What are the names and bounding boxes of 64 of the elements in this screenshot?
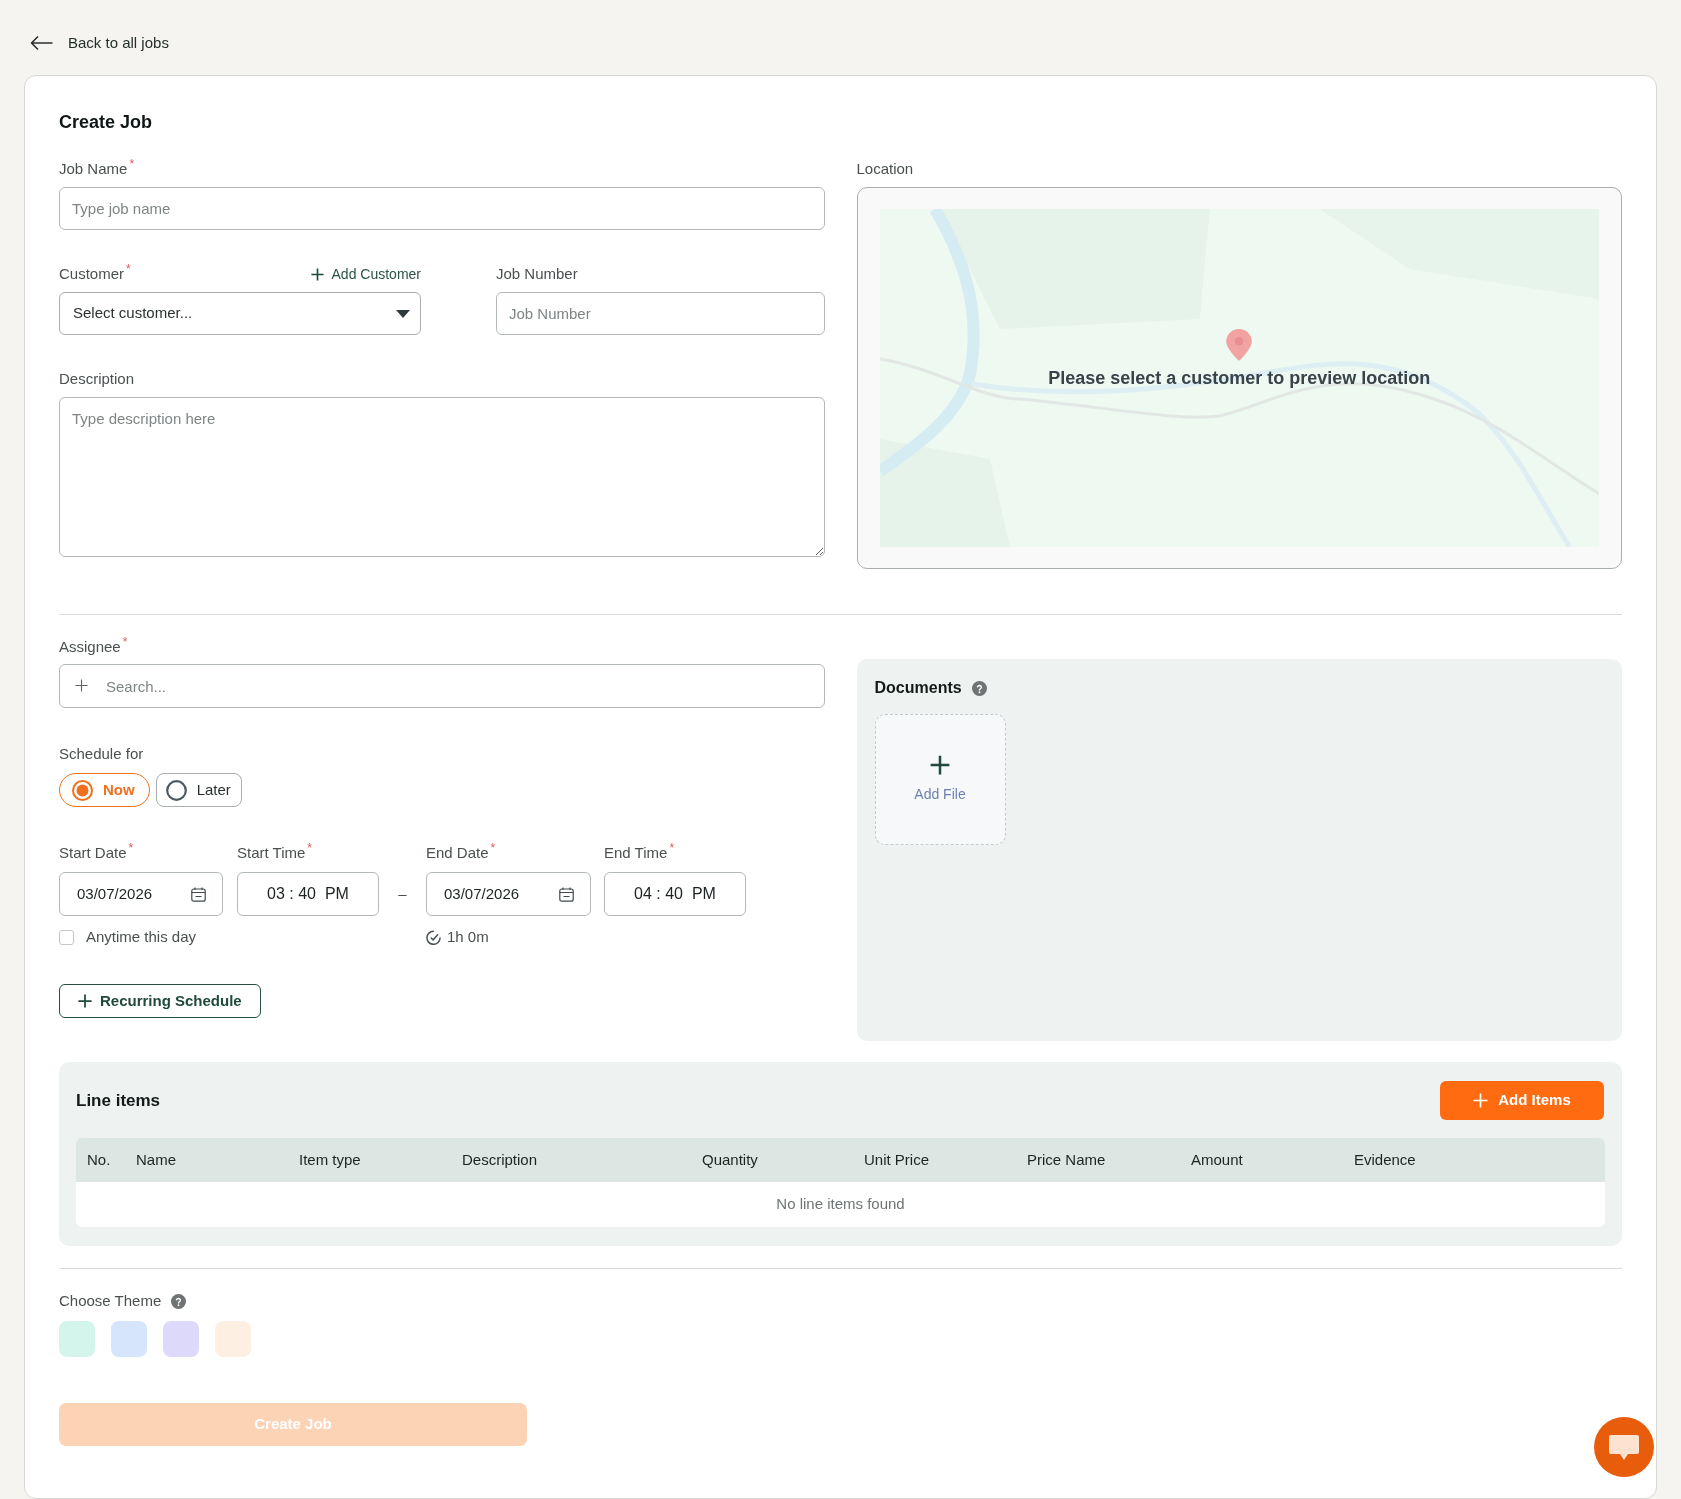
circle-check-icon: [426, 929, 441, 945]
calendar-icon: [559, 886, 574, 902]
field-label: Job Number: [496, 264, 578, 284]
field-label: Schedule for: [59, 744, 144, 764]
section-title: Line items: [76, 1089, 161, 1112]
start-date-field[interactable]: 03/07/2026: [59, 872, 223, 916]
field-label: Job Name$^{*}$: [59, 159, 135, 179]
job-number-input[interactable]: Job Number: [496, 292, 825, 335]
plus-icon: [78, 994, 92, 1008]
plus-icon: [1473, 1093, 1489, 1108]
column-header: Price Name: [1026, 1149, 1107, 1170]
field-label: End Time$^{*}$: [604, 843, 675, 863]
help-icon[interactable]: [171, 1293, 187, 1309]
caret-icon: [396, 309, 410, 318]
assignee-search-field[interactable]: Search...: [59, 664, 825, 708]
column-header: Amount: [1190, 1149, 1244, 1170]
theme-swatch-icon[interactable]: [163, 1321, 199, 1357]
description-textarea[interactable]: Type description here: [59, 397, 825, 557]
field-label: Assignee$^{*}$: [59, 637, 128, 657]
plus-icon: [75, 679, 88, 692]
plus-icon: [310, 267, 324, 281]
field-label: Start Date$^{*}$: [59, 843, 134, 863]
map-message: Please select a customer to preview location: [1048, 366, 1431, 390]
help-icon[interactable]: [971, 680, 987, 696]
job-name-input[interactable]: Type job name: [59, 187, 825, 230]
field-label: Choose Theme: [59, 1290, 162, 1311]
field-label: Start Time$^{*}$: [237, 843, 313, 863]
radio-icon: [165, 779, 187, 801]
field-label: End Date$^{*}$: [426, 843, 496, 863]
radio-icon: [72, 779, 93, 801]
theme-swatch-icon[interactable]: [215, 1321, 251, 1357]
column-header: Name: [135, 1149, 177, 1170]
recurring-schedule-button[interactable]: Recurring Schedule: [59, 984, 261, 1018]
field-label: Customer$^{*}$: [59, 264, 131, 284]
theme-swatch-icon[interactable]: [59, 1321, 95, 1357]
column-header: Quantity: [701, 1149, 759, 1170]
customer-select[interactable]: Select customer...: [59, 292, 421, 335]
range-separator: –: [398, 883, 407, 904]
column-header: No.: [86, 1149, 112, 1170]
chat-bubble-icon: [1608, 1433, 1640, 1461]
anytime-checkbox[interactable]: [59, 929, 74, 945]
end-time-field[interactable]: 04 : 40 PM: [604, 872, 746, 916]
field-label: Location: [856, 159, 914, 179]
empty-message: No line items found: [776, 1194, 905, 1215]
end-date-field[interactable]: 03/07/2026: [426, 872, 591, 916]
duration-text: 1h 0m: [447, 926, 489, 947]
map-pin-icon: [1226, 329, 1253, 361]
add-file-button[interactable]: Add File: [874, 714, 1006, 845]
column-header: Evidence: [1353, 1149, 1417, 1170]
calendar-icon: [191, 886, 206, 902]
schedule-option[interactable]: Later: [155, 773, 242, 807]
page-title: Create Job: [59, 111, 153, 134]
start-time-field[interactable]: 03 : 40 PM: [237, 872, 379, 916]
column-header: Unit Price: [863, 1149, 931, 1170]
theme-swatch-icon[interactable]: [111, 1321, 147, 1357]
field-label: Description: [59, 369, 135, 389]
plus-icon: [930, 754, 950, 775]
anytime-label: Anytime this day: [86, 926, 197, 947]
column-header: Item type: [298, 1149, 362, 1170]
column-header: Description: [461, 1149, 539, 1170]
back-link[interactable]: Back to all jobs: [30, 32, 169, 54]
back-arrow-icon: [30, 35, 53, 51]
section-title: Documents: [874, 678, 962, 698]
add-customer-link[interactable]: Add Customer: [310, 263, 421, 285]
